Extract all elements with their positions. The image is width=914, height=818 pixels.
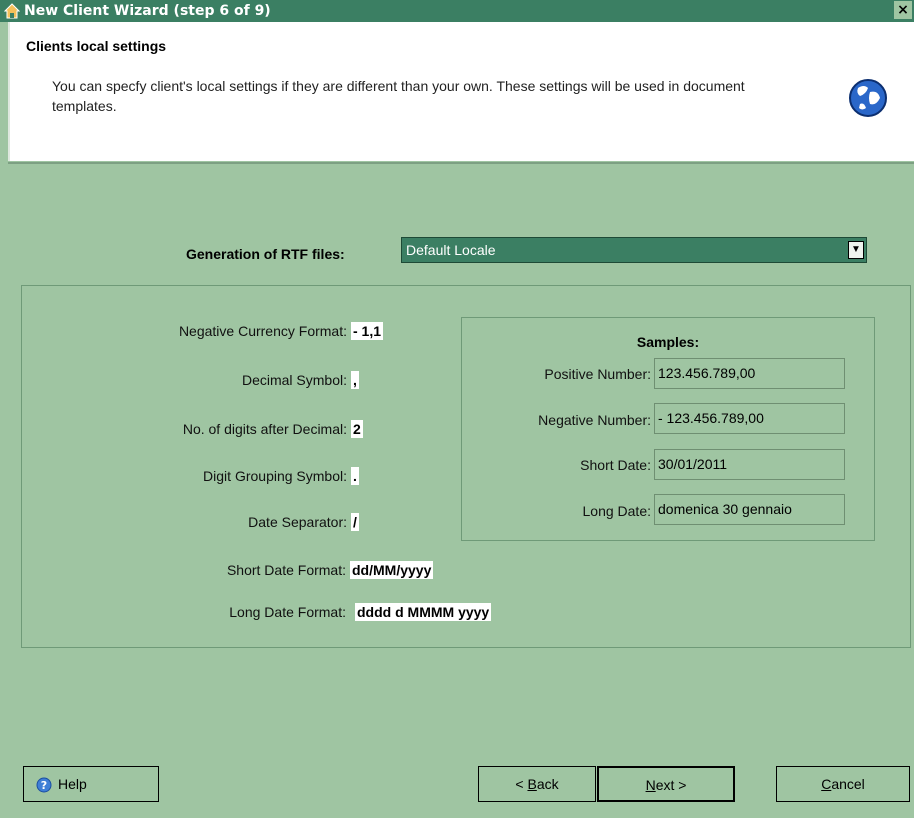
field-label: Digit Grouping Symbol:: [203, 468, 347, 484]
wizard-header: Clients local settings You can specfy cl…: [8, 22, 914, 161]
field-label: Short Date Format:: [226, 562, 346, 578]
close-button[interactable]: ×: [894, 1, 912, 19]
globe-icon: [849, 79, 887, 117]
rtf-locale-value: Default Locale: [406, 242, 496, 258]
sample-label: Long Date:: [582, 503, 652, 519]
back-prefix: <: [515, 776, 528, 792]
field-label: No. of digits after Decimal:: [182, 421, 347, 437]
cancel-accelerator: C: [821, 776, 832, 792]
home-icon: [4, 3, 20, 19]
back-accelerator: B: [527, 776, 537, 792]
next-accelerator: N: [645, 777, 656, 793]
title-bar: New Client Wizard (step 6 of 9) ×: [0, 0, 914, 22]
page-title: Clients local settings: [26, 38, 167, 54]
help-label: Help: [58, 776, 87, 792]
svg-text:?: ?: [41, 779, 47, 792]
field-value: ,: [351, 371, 359, 389]
next-label: Next >: [646, 777, 687, 793]
field-value: /: [351, 513, 359, 531]
cancel-button[interactable]: Cancel: [776, 766, 910, 802]
field-label: Long Date Format:: [229, 604, 346, 620]
cancel-rest: ancel: [831, 776, 865, 792]
sample-short-date: 30/01/2011: [654, 449, 845, 480]
field-label: Negative Currency Format:: [178, 323, 347, 339]
next-button[interactable]: Next >: [597, 766, 735, 802]
field-value: 2: [351, 420, 363, 438]
rtf-locale-select[interactable]: Default Locale ▼: [401, 237, 867, 263]
field-label: Date Separator:: [248, 514, 347, 530]
sample-label: Short Date:: [580, 457, 651, 473]
field-value: - 1,1: [351, 322, 384, 340]
sample-label: Positive Number:: [544, 366, 651, 382]
page-description: You can specfy client's local settings i…: [52, 78, 745, 114]
field-value: dd/MM/yyyy: [350, 561, 434, 579]
chevron-down-icon[interactable]: ▼: [848, 241, 864, 259]
help-icon: ?: [36, 777, 52, 793]
sample-long-date: domenica 30 gennaio: [654, 494, 845, 525]
field-value: dddd d MMMM yyyy: [355, 603, 492, 621]
back-button[interactable]: < Back: [478, 766, 596, 802]
next-rest: ext >: [655, 777, 687, 793]
window-title: New Client Wizard (step 6 of 9): [24, 3, 271, 19]
help-button[interactable]: ? Help: [23, 766, 159, 802]
cancel-label: Cancel: [821, 776, 865, 792]
field-value: .: [351, 467, 359, 485]
sample-positive-number: 123.456.789,00: [654, 358, 845, 389]
samples-title: Samples:: [636, 334, 700, 350]
back-label: < Back: [515, 776, 558, 792]
sample-negative-number: - 123.456.789,00: [654, 403, 845, 434]
field-label: Decimal Symbol:: [241, 372, 347, 388]
sample-label: Negative Number:: [538, 412, 651, 428]
rtf-label: Generation of RTF files:: [186, 246, 345, 262]
header-divider: [8, 162, 914, 164]
back-rest: ack: [536, 776, 559, 792]
